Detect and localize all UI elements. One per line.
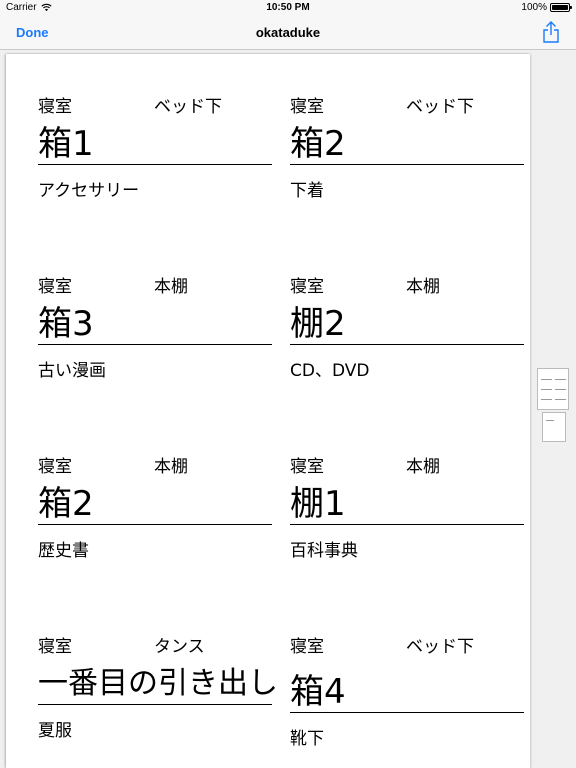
contents-label: 古い漫画 bbox=[38, 361, 106, 381]
battery-percent: 100% bbox=[521, 2, 547, 13]
box-name: 箱4 bbox=[290, 672, 346, 712]
location-label: 本棚 bbox=[406, 277, 440, 297]
document-viewer[interactable]: 寝室 ベッド下 箱1 アクセサリー 寝室 ベッド下 箱2 下着 寝室 本棚 箱3… bbox=[0, 50, 576, 768]
location-label: 本棚 bbox=[406, 457, 440, 477]
room-label: 寝室 bbox=[38, 277, 72, 297]
share-icon[interactable] bbox=[540, 20, 562, 44]
contents-label: アクセサリー bbox=[38, 181, 140, 201]
divider bbox=[38, 524, 272, 525]
room-label: 寝室 bbox=[290, 97, 324, 117]
page-thumbnail-1[interactable] bbox=[537, 368, 569, 410]
divider bbox=[290, 712, 524, 713]
navigation-bar: Done okataduke bbox=[0, 16, 576, 50]
status-bar: Carrier 10:50 PM 100% bbox=[0, 0, 576, 16]
location-label: 本棚 bbox=[154, 277, 188, 297]
location-label: ベッド下 bbox=[154, 97, 222, 117]
contents-label: 下着 bbox=[290, 181, 324, 201]
status-time: 10:50 PM bbox=[266, 2, 310, 13]
room-label: 寝室 bbox=[38, 637, 72, 657]
divider bbox=[38, 704, 272, 705]
box-name: 箱3 bbox=[38, 304, 94, 344]
contents-label: CD、DVD bbox=[290, 361, 370, 381]
divider bbox=[38, 164, 272, 165]
room-label: 寝室 bbox=[290, 277, 324, 297]
document-page: 寝室 ベッド下 箱1 アクセサリー 寝室 ベッド下 箱2 下着 寝室 本棚 箱3… bbox=[6, 54, 530, 768]
box-name: 棚2 bbox=[290, 304, 346, 344]
box-name: 箱2 bbox=[38, 484, 94, 524]
contents-label: 靴下 bbox=[290, 729, 324, 749]
divider bbox=[290, 524, 524, 525]
divider bbox=[290, 164, 524, 165]
box-name: 棚1 bbox=[290, 484, 346, 524]
divider bbox=[290, 344, 524, 345]
nav-title: okataduke bbox=[255, 25, 321, 40]
box-name: 一番目の引き出し bbox=[38, 666, 278, 701]
room-label: 寝室 bbox=[38, 97, 72, 117]
page-thumbnail-2[interactable] bbox=[542, 412, 566, 442]
box-name: 箱2 bbox=[290, 124, 346, 164]
divider bbox=[38, 344, 272, 345]
location-label: タンス bbox=[154, 637, 205, 657]
contents-label: 夏服 bbox=[38, 721, 72, 741]
location-label: 本棚 bbox=[154, 457, 188, 477]
location-label: ベッド下 bbox=[406, 97, 474, 117]
location-label: ベッド下 bbox=[406, 637, 474, 657]
contents-label: 百科事典 bbox=[290, 541, 358, 561]
contents-label: 歴史書 bbox=[38, 541, 89, 561]
box-name: 箱1 bbox=[38, 124, 94, 164]
room-label: 寝室 bbox=[38, 457, 72, 477]
room-label: 寝室 bbox=[290, 457, 324, 477]
battery-icon bbox=[550, 3, 572, 12]
room-label: 寝室 bbox=[290, 637, 324, 657]
